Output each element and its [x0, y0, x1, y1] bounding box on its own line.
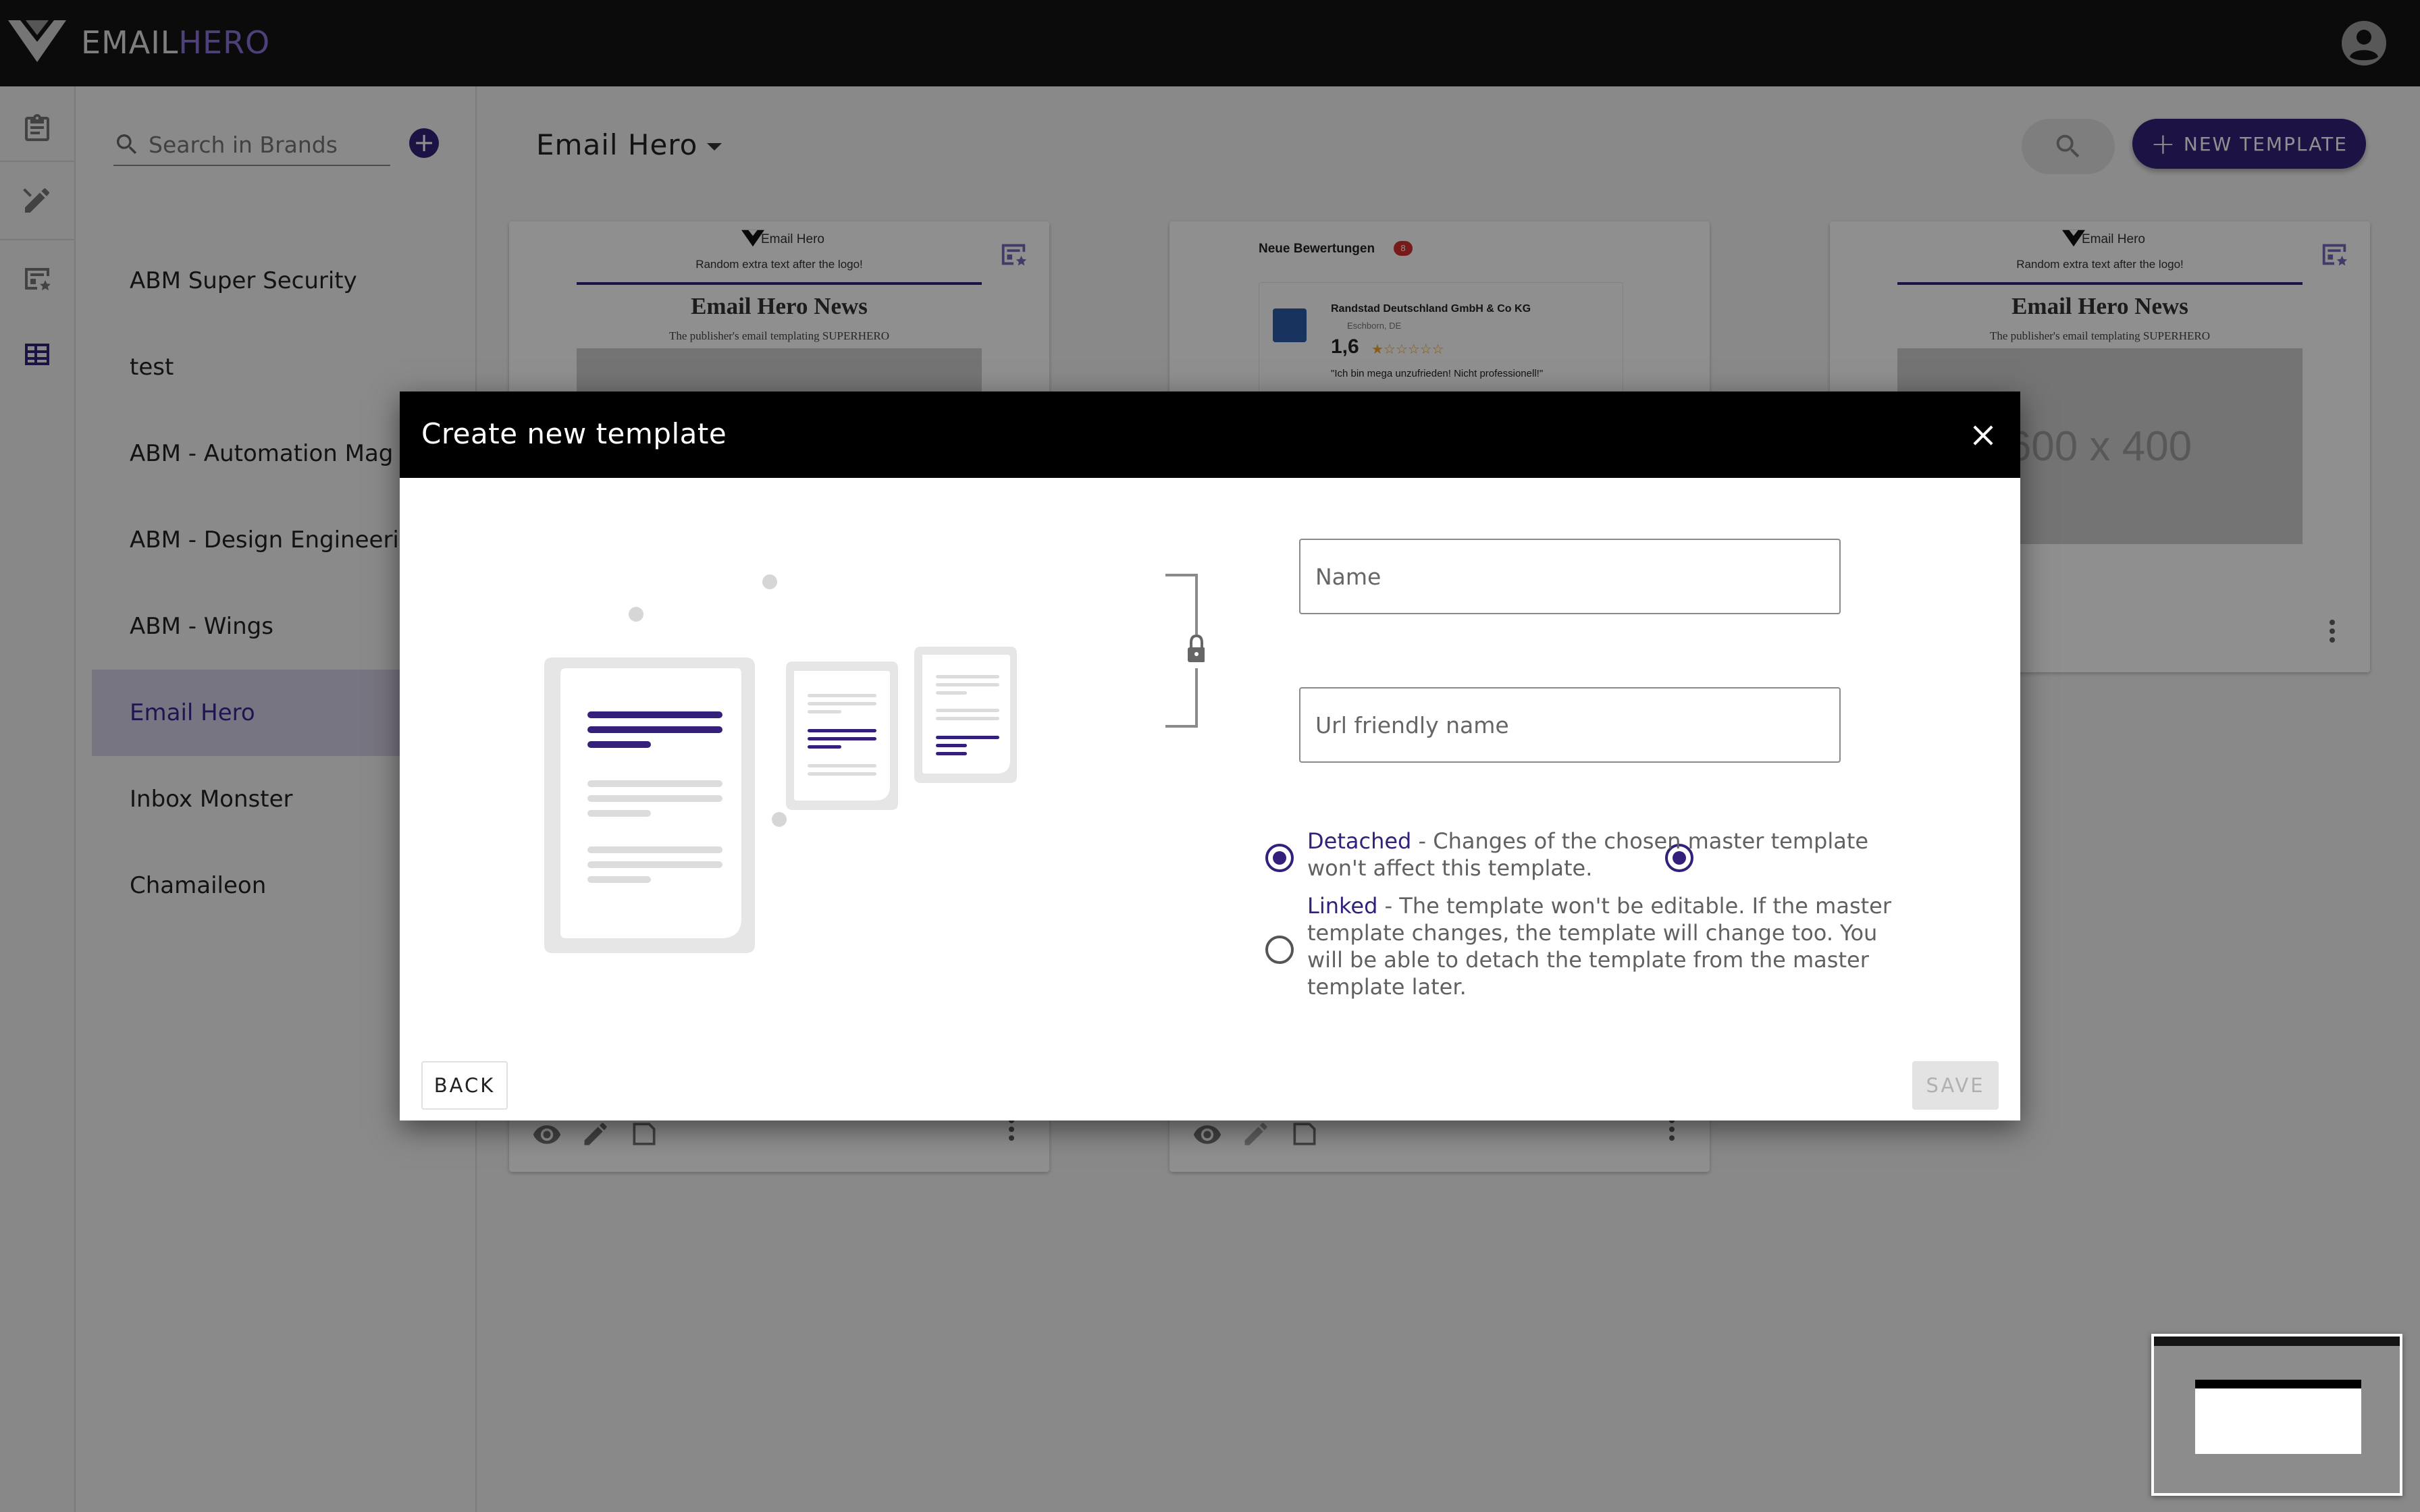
minimap-dialog-header [2195, 1380, 2361, 1388]
minimap-dialog [2195, 1380, 2361, 1454]
name-input[interactable] [1315, 540, 1829, 613]
dialog-header: Create new template [400, 392, 2020, 478]
page-minimap[interactable] [2151, 1334, 2402, 1496]
linked-radio-button[interactable] [1265, 936, 1294, 964]
dialog-title: Create new template [421, 417, 727, 450]
documents-illustration [544, 574, 1017, 953]
url-name-input[interactable] [1315, 688, 1829, 761]
url-name-field [1299, 687, 1841, 763]
detached-label: Detached [1307, 828, 1412, 854]
detached-option-text: Detached - Changes of the chosen master … [1307, 828, 1901, 882]
close-icon[interactable] [1966, 418, 2000, 452]
link-lock-toggle[interactable] [1164, 572, 1205, 729]
linked-option-text: Linked - The template won't be editable.… [1307, 892, 1901, 1000]
save-button[interactable]: SAVE [1912, 1061, 1999, 1110]
linked-label: Linked [1307, 893, 1378, 919]
minimap-topbar [2154, 1336, 2400, 1346]
detached-radio-button[interactable] [1265, 844, 1294, 872]
linked-description: - The template won't be editable. If the… [1307, 893, 1891, 1000]
name-field [1299, 539, 1841, 614]
create-template-dialog: Create new template Name Url friendly na… [400, 392, 2020, 1120]
back-button[interactable]: BACK [421, 1061, 508, 1110]
